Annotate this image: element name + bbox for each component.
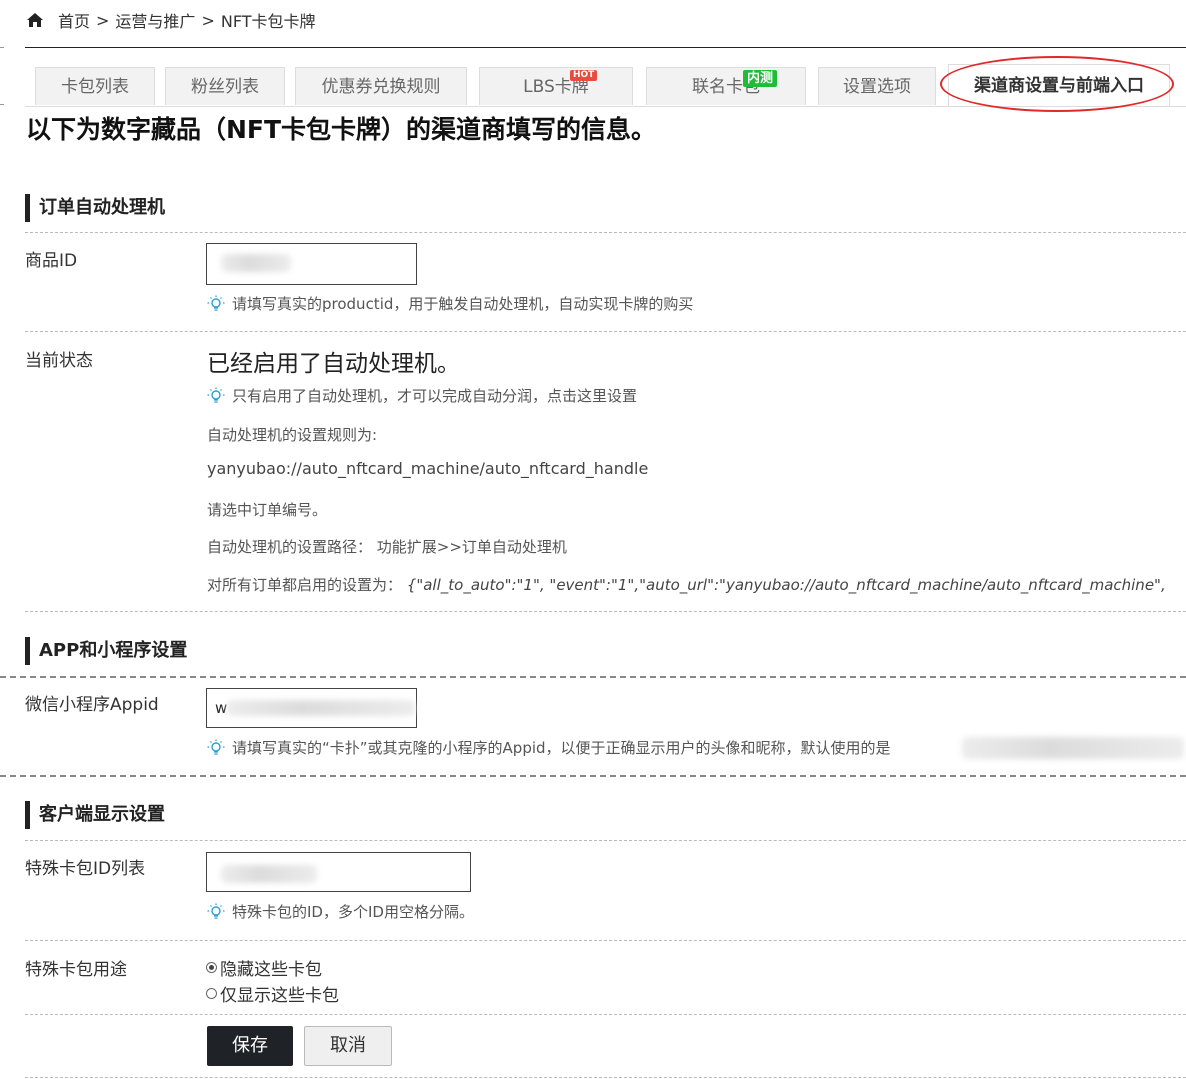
all-orders-value: {"all_to_auto":"1", "event":"1","auto_ur… <box>406 576 1166 594</box>
section-title-app: APP和小程序设置 <box>25 637 187 665</box>
tab-fans[interactable]: 粉丝列表 <box>165 67 285 105</box>
product-id-hint: 请填写真实的productid，用于触发自动处理机，自动实现卡牌的购买 <box>207 293 693 314</box>
divider <box>25 840 1186 841</box>
beta-badge: 内测 <box>743 70 778 87</box>
setting-path-label: 自动处理机的设置路径： <box>207 538 373 556</box>
tab-label: 卡包列表 <box>61 77 129 97</box>
radio-show-only-packs[interactable]: 仅显示这些卡包 <box>206 981 339 1006</box>
product-id-label: 商品ID <box>25 251 78 271</box>
divider <box>25 331 1186 332</box>
appid-hint: 请填写真实的“卡扑”或其克隆的小程序的Appid，以便于正确显示用户的头像和昵称… <box>207 737 891 758</box>
breadcrumb-section[interactable]: 运营与推广 <box>115 8 195 32</box>
radio-indicator[interactable] <box>206 962 217 973</box>
tab-co-branded[interactable]: 联名卡包 内测 <box>646 67 806 105</box>
all-orders-setting: 对所有订单都启用的设置为： {"all_to_auto":"1", "event… <box>207 574 1186 595</box>
status-text: 已经启用了自动处理机。 <box>207 351 460 377</box>
setting-path: 自动处理机的设置路径： 功能扩展>>订单自动处理机 <box>207 536 567 557</box>
home-icon[interactable] <box>26 12 44 28</box>
tab-lbs-cards[interactable]: LBS卡牌 HOT <box>479 67 633 105</box>
lightbulb-icon <box>207 295 225 311</box>
status-label: 当前状态 <box>25 351 93 371</box>
tab-label: 优惠券兑换规则 <box>321 77 441 97</box>
divider <box>25 940 1186 941</box>
tab-label: 粉丝列表 <box>191 77 259 97</box>
divider <box>25 232 1186 233</box>
rule-path: yanyubao://auto_nftcard_machine/auto_nft… <box>207 459 649 478</box>
appid-prefix: w <box>215 699 228 717</box>
edge-mark <box>0 104 4 105</box>
tab-bar: 卡包列表 粉丝列表 优惠券兑换规则 LBS卡牌 HOT 联名卡包 内测 设置选项… <box>25 60 1186 107</box>
hint-text: 特殊卡包的ID，多个ID用空格分隔。 <box>232 903 474 921</box>
redacted-value <box>221 254 291 272</box>
special-ids-label: 特殊卡包ID列表 <box>25 859 146 879</box>
tab-card-packs[interactable]: 卡包列表 <box>35 67 155 105</box>
radio-label: 隐藏这些卡包 <box>220 960 322 980</box>
select-order-text: 请选中订单编号。 <box>207 501 328 519</box>
hint-text: 只有启用了自动处理机，才可以完成自动分润，点击这里设置 <box>232 387 638 405</box>
radio-hide-packs[interactable]: 隐藏这些卡包 <box>206 955 322 980</box>
appid-label: 微信小程序Appid <box>25 695 159 715</box>
status-hint[interactable]: 只有启用了自动处理机，才可以完成自动分润，点击这里设置 <box>207 385 637 406</box>
save-button[interactable]: 保存 <box>207 1026 293 1066</box>
redacted-value <box>221 865 317 883</box>
lightbulb-icon <box>207 739 225 755</box>
lightbulb-icon <box>207 903 225 919</box>
page-title: 以下为数字藏品（NFT卡包卡牌）的渠道商填写的信息。 <box>26 115 657 144</box>
breadcrumb-separator: > <box>201 10 215 30</box>
cancel-button[interactable]: 取消 <box>304 1026 392 1066</box>
redacted-value <box>227 700 415 716</box>
hint-text: 请填写真实的“卡扑”或其克隆的小程序的Appid，以便于正确显示用户的头像和昵称… <box>232 739 891 757</box>
breadcrumb-separator: > <box>96 10 110 30</box>
breadcrumb-current: NFT卡包卡牌 <box>220 12 316 31</box>
rule-label: 自动处理机的设置规则为: <box>207 426 378 444</box>
usage-label: 特殊卡包用途 <box>25 960 127 980</box>
redacted-value <box>962 737 1184 759</box>
hint-text: 请填写真实的productid，用于触发自动处理机，自动实现卡牌的购买 <box>232 295 694 313</box>
radio-indicator[interactable] <box>206 988 217 999</box>
special-ids-input[interactable] <box>206 852 471 892</box>
tab-coupon-rules[interactable]: 优惠券兑换规则 <box>295 67 467 105</box>
divider <box>25 1077 1186 1078</box>
setting-path-value: 功能扩展>>订单自动处理机 <box>376 538 567 556</box>
divider <box>0 676 1186 678</box>
tab-channel-settings[interactable]: 渠道商设置与前端入口 <box>948 64 1170 106</box>
hot-badge: HOT <box>570 70 598 81</box>
divider <box>25 1014 1186 1015</box>
section-title-client: 客户端显示设置 <box>25 801 165 829</box>
special-ids-hint: 特殊卡包的ID，多个ID用空格分隔。 <box>207 901 474 922</box>
appid-input[interactable]: w <box>206 688 417 728</box>
header-divider <box>25 47 1186 48</box>
breadcrumb-home[interactable]: 首页 <box>58 8 90 32</box>
tab-label: 设置选项 <box>843 77 911 97</box>
lightbulb-icon <box>207 387 225 403</box>
tab-label: 渠道商设置与前端入口 <box>974 76 1144 96</box>
all-orders-label: 对所有订单都启用的设置为： <box>207 576 403 594</box>
product-id-input[interactable] <box>206 243 417 285</box>
radio-label: 仅显示这些卡包 <box>220 986 339 1006</box>
breadcrumb: 首页 > 运营与推广 > NFT卡包卡牌 <box>26 6 316 34</box>
divider <box>0 775 1186 777</box>
edge-mark <box>0 47 4 48</box>
divider <box>25 611 1186 612</box>
tab-settings[interactable]: 设置选项 <box>818 67 936 105</box>
section-title-order-machine: 订单自动处理机 <box>25 194 165 222</box>
